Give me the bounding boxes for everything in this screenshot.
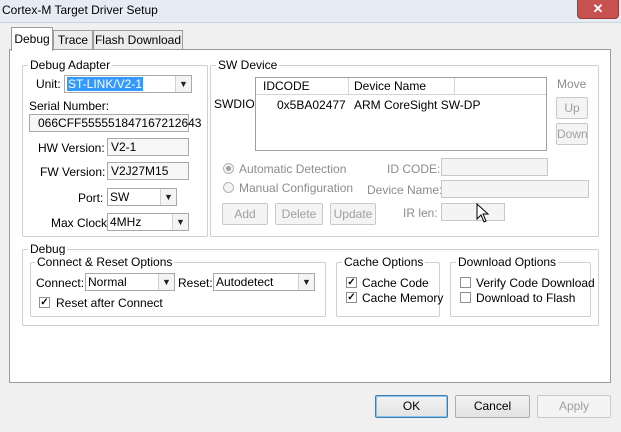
unit-label: Unit: xyxy=(36,77,61,91)
debug-adapter-title: Debug Adapter xyxy=(28,58,113,72)
hw-version-field: V2-1 xyxy=(107,138,189,156)
serial-number-label: Serial Number: xyxy=(29,99,110,113)
radio-dot xyxy=(226,166,231,171)
connect-select[interactable]: Normal ▼ xyxy=(85,273,175,291)
tab-flash-download[interactable]: Flash Download xyxy=(93,30,183,50)
window-title: Cortex-M Target Driver Setup xyxy=(2,3,158,17)
connect-reset-title: Connect & Reset Options xyxy=(35,255,175,269)
cancel-button[interactable]: Cancel xyxy=(455,395,530,418)
device-name-label: Device Name: xyxy=(367,183,443,197)
chevron-down-icon: ▼ xyxy=(175,76,191,92)
serial-number-value: 066CFF555551847167212643 xyxy=(38,116,202,130)
download-to-flash-checkbox[interactable] xyxy=(460,292,471,303)
verify-code-download-label: Verify Code Download xyxy=(476,276,595,290)
chevron-down-icon: ▼ xyxy=(298,274,314,290)
chevron-down-icon: ▼ xyxy=(172,214,188,230)
connect-label: Connect: xyxy=(36,276,85,290)
max-clock-value: 4MHz xyxy=(110,215,142,229)
chevron-down-icon: ▼ xyxy=(158,274,174,290)
reset-select[interactable]: Autodetect ▼ xyxy=(213,273,315,291)
idcode-column-header[interactable]: IDCODE xyxy=(263,79,310,93)
max-clock-label: Max Clock: xyxy=(51,216,111,230)
table-row-device-name[interactable]: ARM CoreSight SW-DP xyxy=(354,98,480,112)
add-button[interactable]: Add xyxy=(222,203,268,225)
device-name-column-header[interactable]: Device Name xyxy=(354,79,426,93)
device-name-input[interactable] xyxy=(441,180,589,198)
unit-select[interactable]: ST-LINK/V2-1 ▼ xyxy=(64,75,192,93)
move-label: Move xyxy=(557,77,587,91)
download-to-flash-label: Download to Flash xyxy=(476,291,576,305)
update-button[interactable]: Update xyxy=(330,203,376,225)
fw-version-value: V2J27M15 xyxy=(111,164,169,178)
automatic-detection-label: Automatic Detection xyxy=(239,162,347,176)
hw-version-label: HW Version: xyxy=(38,141,105,155)
manual-configuration-label: Manual Configuration xyxy=(239,181,354,195)
close-button[interactable]: ✕ xyxy=(577,0,619,19)
cache-memory-label: Cache Memory xyxy=(362,291,444,305)
debug-group-title: Debug xyxy=(28,242,68,256)
cache-options-title: Cache Options xyxy=(342,255,426,269)
mouse-cursor-icon xyxy=(476,203,490,223)
max-clock-select[interactable]: 4MHz ▼ xyxy=(107,213,189,231)
sw-device-title: SW Device xyxy=(216,58,280,72)
connect-value: Normal xyxy=(88,275,127,289)
move-down-button[interactable]: Down xyxy=(556,123,588,145)
ir-len-input[interactable] xyxy=(441,203,505,221)
tab-debug[interactable]: Debug xyxy=(11,27,53,51)
swdio-label: SWDIO xyxy=(214,97,255,111)
move-up-button[interactable]: Up xyxy=(556,97,588,119)
verify-code-download-checkbox[interactable] xyxy=(460,277,471,288)
hw-version-value: V2-1 xyxy=(111,140,137,154)
tab-trace[interactable]: Trace xyxy=(53,30,93,50)
column-divider xyxy=(454,78,455,94)
reset-after-connect-checkbox[interactable]: ✓ xyxy=(39,297,50,308)
table-row-idcode[interactable]: 0x5BA02477 xyxy=(277,98,346,112)
port-select[interactable]: SW ▼ xyxy=(107,188,177,206)
delete-button[interactable]: Delete xyxy=(275,203,323,225)
fw-version-field: V2J27M15 xyxy=(107,162,189,180)
reset-value: Autodetect xyxy=(216,275,274,289)
fw-version-label: FW Version: xyxy=(40,165,106,179)
column-divider xyxy=(348,78,349,94)
cache-memory-checkbox[interactable]: ✓ xyxy=(346,292,357,303)
id-code-input[interactable] xyxy=(441,158,548,176)
id-code-label: ID CODE: xyxy=(387,162,441,176)
cache-code-checkbox[interactable]: ✓ xyxy=(346,277,357,288)
cache-code-label: Cache Code xyxy=(362,276,429,290)
ok-button[interactable]: OK xyxy=(375,395,448,418)
manual-configuration-radio[interactable] xyxy=(223,182,234,193)
unit-value: ST-LINK/V2-1 xyxy=(67,77,144,91)
chevron-down-icon: ▼ xyxy=(160,189,176,205)
port-value: SW xyxy=(110,190,130,204)
tab-panel: Debug Adapter Unit: ST-LINK/V2-1 ▼ Seria… xyxy=(9,49,611,383)
serial-number-field: 066CFF555551847167212643 xyxy=(29,114,201,132)
download-options-title: Download Options xyxy=(456,255,559,269)
apply-button[interactable]: Apply xyxy=(537,395,611,418)
reset-label: Reset: xyxy=(178,276,213,290)
reset-after-connect-label: Reset after Connect xyxy=(56,296,163,310)
automatic-detection-radio[interactable] xyxy=(223,163,234,174)
ir-len-label: IR len: xyxy=(403,206,438,220)
device-list[interactable]: IDCODE Device Name 0x5BA02477 ARM CoreSi… xyxy=(255,77,547,151)
port-label: Port: xyxy=(78,191,104,205)
